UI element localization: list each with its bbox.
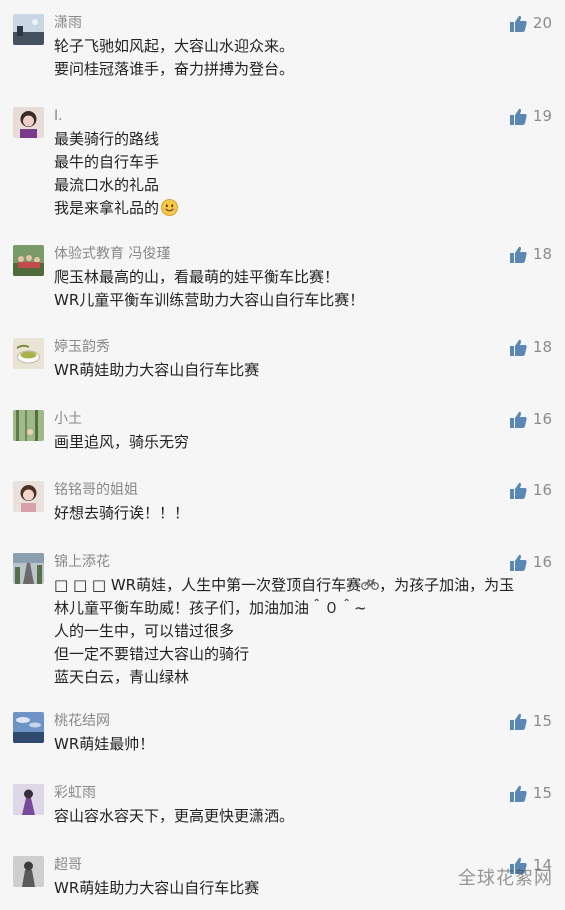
- avatar[interactable]: [13, 856, 44, 887]
- nickname[interactable]: 桃花结网: [54, 712, 110, 730]
- comment-line: 最流口水的礼品: [54, 176, 160, 194]
- like-button[interactable]: 20: [509, 13, 552, 33]
- like-button[interactable]: 18: [509, 337, 552, 357]
- comment-line: 画里追风，骑乐无穷: [54, 433, 190, 451]
- like-button[interactable]: 16: [509, 480, 552, 500]
- nickname[interactable]: 潇雨: [54, 14, 82, 32]
- comment-line: 但一定不要错过大容山的骑行: [54, 645, 250, 663]
- comment-line-text: ，为孩子加油，为玉: [379, 576, 515, 594]
- comment-line-text: □ □ □ WR萌娃，人生中第一次登顶自行车赛: [54, 576, 362, 594]
- comment-line: □ □ □ WR萌娃，人生中第一次登顶自行车赛 ，为孩子加油，为玉: [54, 574, 554, 597]
- comment-text: □ □ □ WR萌娃，人生中第一次登顶自行车赛 ，为孩子加油，为玉 林儿童平衡车助…: [54, 574, 554, 689]
- comment-text: 容山容水容天下，更高更快更潇洒。: [54, 805, 554, 828]
- comment-line: 蓝天白云，青山绿林: [54, 668, 190, 686]
- thumbs-up-icon: [509, 713, 527, 730]
- comment-line: 人的一生中，可以错过很多: [54, 622, 235, 640]
- bicycle-icon: [361, 579, 379, 590]
- like-count: 15: [532, 712, 552, 730]
- comment-line: 轮子飞驰如风起，大容山水迎众来。: [54, 37, 295, 55]
- comment-line: 要问桂冠落谁手，奋力拼搏为登台。: [54, 60, 295, 78]
- avatar[interactable]: [13, 481, 44, 512]
- avatar[interactable]: [13, 107, 44, 138]
- comment-line: 林儿童平衡车助威！孩子们，加油加油＾０＾~: [54, 599, 367, 617]
- avatar[interactable]: [13, 338, 44, 369]
- like-button[interactable]: 19: [509, 106, 552, 126]
- nickname[interactable]: 体验式教育 冯俊瑾: [54, 245, 170, 263]
- comment-text: 最美骑行的路线 最牛的自行车手 最流口水的礼品 我是来拿礼品的: [54, 128, 554, 220]
- comment-line: 好想去骑行诶！！！: [54, 504, 190, 522]
- comment-line-text: 我是来拿礼品的: [54, 199, 160, 217]
- like-button[interactable]: 15: [509, 783, 552, 803]
- like-button[interactable]: 18: [509, 244, 552, 264]
- thumbs-up-icon: [509, 482, 527, 499]
- comment-line: WR萌娃助力大容山自行车比赛: [54, 361, 260, 379]
- like-count: 18: [532, 245, 552, 263]
- nickname[interactable]: 小土: [54, 410, 82, 428]
- comment-line: WR儿童平衡车训练营助力大容山自行车比赛！: [54, 291, 365, 309]
- thumbs-up-icon: [509, 246, 527, 263]
- like-count: 20: [532, 14, 552, 32]
- comment-line: 最美骑行的路线: [54, 130, 160, 148]
- avatar[interactable]: [13, 553, 44, 584]
- comment-text: WR萌娃最帅！: [54, 733, 554, 756]
- like-count: 16: [532, 410, 552, 428]
- comment-line: WR萌娃最帅！: [54, 735, 155, 753]
- smiley-face-icon: [161, 199, 178, 216]
- thumbs-up-icon: [509, 785, 527, 802]
- like-count: 15: [532, 784, 552, 802]
- nickname[interactable]: 婷玉韵秀: [54, 338, 110, 356]
- comment-line: 最牛的自行车手: [54, 153, 160, 171]
- like-button[interactable]: 16: [509, 409, 552, 429]
- thumbs-up-icon: [509, 339, 527, 356]
- avatar[interactable]: [13, 712, 44, 743]
- comment-line: 爬玉林最高的山，看最萌的娃平衡车比赛！: [54, 268, 340, 286]
- nickname[interactable]: 彩虹雨: [54, 784, 96, 802]
- comment-text: 轮子飞驰如风起，大容山水迎众来。 要问桂冠落谁手，奋力拼搏为登台。: [54, 35, 554, 81]
- thumbs-up-icon: [509, 15, 527, 32]
- avatar[interactable]: [13, 245, 44, 276]
- thumbs-up-icon: [509, 108, 527, 125]
- nickname[interactable]: 铭铭哥的姐姐: [54, 481, 138, 499]
- avatar[interactable]: [13, 410, 44, 441]
- comment-text: 爬玉林最高的山，看最萌的娃平衡车比赛！ WR儿童平衡车训练营助力大容山自行车比赛…: [54, 266, 554, 312]
- thumbs-up-icon: [509, 554, 527, 571]
- thumbs-up-icon: [509, 411, 527, 428]
- like-button[interactable]: 16: [509, 552, 552, 572]
- watermark: 全球花絮网: [458, 868, 553, 889]
- like-count: 18: [532, 338, 552, 356]
- like-count: 19: [532, 107, 552, 125]
- comment-text: 画里追风，骑乐无穷: [54, 431, 554, 454]
- comment-line: 容山容水容天下，更高更快更潇洒。: [54, 807, 295, 825]
- nickname[interactable]: 锦上添花: [54, 553, 110, 571]
- like-count: 16: [532, 481, 552, 499]
- nickname[interactable]: I.: [54, 107, 63, 125]
- like-count: 16: [532, 553, 552, 571]
- avatar[interactable]: [13, 784, 44, 815]
- comment-text: 好想去骑行诶！！！: [54, 502, 554, 525]
- comment-text: WR萌娃助力大容山自行车比赛: [54, 359, 554, 382]
- avatar[interactable]: [13, 14, 44, 45]
- comment-line: 我是来拿礼品的: [54, 197, 554, 220]
- nickname[interactable]: 超哥: [54, 856, 82, 874]
- like-button[interactable]: 15: [509, 711, 552, 731]
